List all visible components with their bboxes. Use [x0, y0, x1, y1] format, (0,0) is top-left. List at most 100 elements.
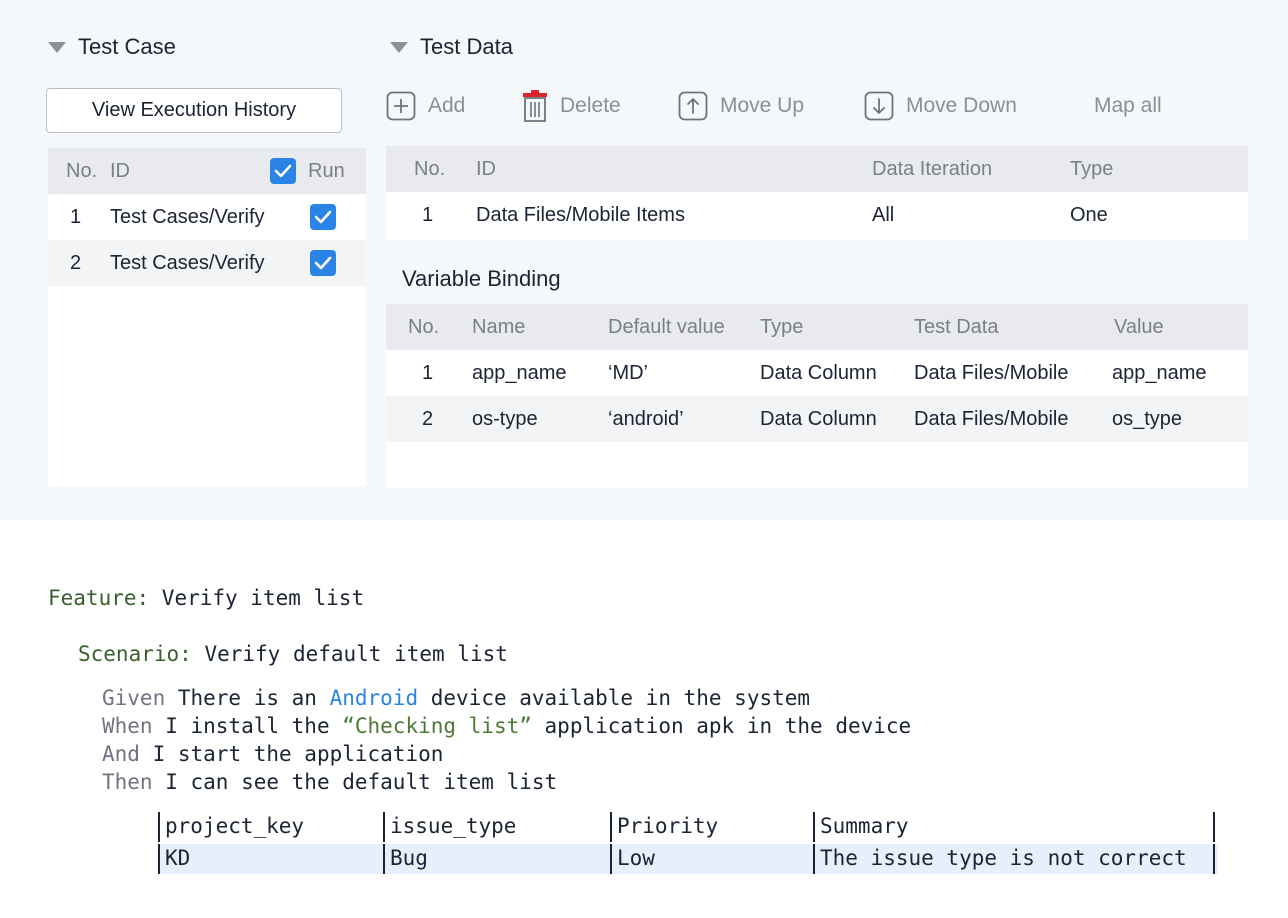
collapse-triangle-icon [48, 41, 66, 53]
delete-label: Delete [560, 94, 621, 117]
feature-line: Feature: Verify item list [48, 586, 364, 610]
column-header-type: Type [760, 316, 804, 338]
table-row[interactable]: 2 Test Cases/Verify [48, 240, 366, 286]
test-case-table-header: No. ID Run [48, 148, 366, 194]
row-default-value: ‘android’ [608, 408, 684, 430]
row-test-data: Data Files/Mobile [914, 408, 1069, 430]
column-header-id: ID [110, 160, 130, 182]
variable-binding-title: Variable Binding [402, 266, 561, 291]
column-header-no: No. [66, 160, 98, 182]
column-header-test-data: Test Data [914, 316, 999, 338]
run-checkbox[interactable] [310, 250, 336, 276]
move-down-button[interactable]: Move Down [864, 90, 1017, 122]
column-header-name: Name [472, 316, 526, 338]
table-row[interactable]: 1 app_name ‘MD’ Data Column Data Files/M… [386, 350, 1248, 396]
checkmark-icon [314, 210, 332, 224]
test-case-section-toggle[interactable]: Test Case [48, 34, 176, 60]
scenario-keyword: Scenario: [78, 642, 192, 666]
row-no: 1 [422, 204, 434, 226]
row-id: Test Cases/Verify [110, 252, 265, 274]
scenario-text: Verify default item list [191, 642, 508, 666]
row-id: Data Files/Mobile Items [476, 204, 685, 226]
row-type: One [1070, 204, 1108, 226]
android-parameter: Android [329, 686, 419, 710]
view-execution-history-button[interactable]: View Execution History [46, 88, 342, 133]
arrow-up-icon [678, 91, 708, 121]
test-case-table: No. ID Run 1 Test Cases/Verify 2 Test Ca… [48, 148, 366, 486]
and-text: I start the application [139, 742, 444, 766]
run-all-checkbox[interactable] [270, 158, 296, 184]
gherkin-table-header-row: project_key issue_type Priority Summary [158, 812, 1218, 842]
then-text: I can see the default item list [152, 770, 558, 794]
test-data-title: Test Data [420, 34, 513, 59]
move-down-label: Move Down [906, 94, 1017, 117]
table-border [1213, 812, 1215, 842]
collapse-triangle-icon [390, 41, 408, 53]
row-type: Data Column [760, 408, 877, 430]
gherkin-cell-project-key: KD [158, 844, 190, 874]
row-value: app_name [1112, 362, 1207, 384]
and-keyword: And [102, 742, 140, 766]
when-step: When I install the “Checking list” appli… [102, 714, 911, 738]
gherkin-header-summary: Summary [813, 812, 909, 842]
row-no: 2 [422, 408, 434, 430]
map-all-button[interactable]: Map all [1094, 90, 1162, 122]
table-row[interactable]: 1 Data Files/Mobile Items All One [386, 192, 1248, 240]
then-keyword: Then [102, 770, 153, 794]
gherkin-header-priority: Priority [610, 812, 718, 842]
when-text: I install the [152, 714, 343, 738]
delete-button[interactable]: Delete [522, 90, 621, 122]
feature-keyword: Feature: [48, 586, 150, 610]
gherkin-cell-summary: The issue type is not correct [813, 844, 1187, 874]
map-all-label: Map all [1094, 94, 1162, 117]
row-no: 2 [70, 252, 82, 274]
row-no: 1 [422, 362, 434, 384]
test-data-section-toggle[interactable]: Test Data [390, 34, 513, 60]
run-checkbox[interactable] [310, 204, 336, 230]
checkmark-icon [314, 256, 332, 270]
column-header-run: Run [308, 160, 345, 182]
table-row[interactable]: 2 os-type ‘android’ Data Column Data Fil… [386, 396, 1248, 442]
row-value: os_type [1112, 408, 1183, 430]
gherkin-header-issue-type: issue_type [383, 812, 516, 842]
given-text-end: device available in the system [418, 686, 811, 710]
column-header-id: ID [476, 158, 496, 180]
column-header-data-iteration: Data Iteration [872, 158, 993, 180]
when-text-end: application apk in the device [531, 714, 912, 738]
column-header-type: Type [1070, 158, 1114, 180]
when-keyword: When [102, 714, 153, 738]
then-step: Then I can see the default item list [102, 770, 557, 794]
move-up-label: Move Up [720, 94, 805, 117]
column-header-no: No. [408, 316, 440, 338]
test-data-table: No. ID Data Iteration Type 1 Data Files/… [386, 146, 1248, 240]
gherkin-header-project-key: project_key [158, 812, 304, 842]
checking-list-string: “Checking list” [342, 714, 532, 738]
gherkin-cell-issue-type: Bug [383, 844, 428, 874]
gherkin-table-data-row: KD Bug Low The issue type is not correct [158, 844, 1218, 874]
plus-icon [386, 91, 416, 121]
move-up-button[interactable]: Move Up [678, 90, 804, 122]
row-default-value: ‘MD’ [608, 362, 648, 384]
scenario-line: Scenario: Verify default item list [78, 642, 508, 666]
column-header-no: No. [414, 158, 446, 180]
checkmark-icon [274, 164, 292, 178]
row-data-iteration: All [872, 204, 895, 226]
given-step: Given There is an Android device availab… [102, 686, 810, 710]
feature-text: Verify item list [149, 586, 365, 610]
add-label: Add [428, 94, 466, 117]
table-row[interactable]: 1 Test Cases/Verify [48, 194, 366, 240]
row-name: os-type [472, 408, 538, 430]
row-type: Data Column [760, 362, 877, 384]
variable-binding-table: No. Name Default value Type Test Data Va… [386, 304, 1248, 488]
test-data-table-header: No. ID Data Iteration Type [386, 146, 1248, 192]
arrow-down-icon [864, 91, 894, 121]
and-step: And I start the application [102, 742, 443, 766]
given-keyword: Given [102, 686, 166, 710]
add-button[interactable]: Add [386, 90, 465, 122]
gherkin-cell-priority: Low [610, 844, 655, 874]
trash-icon [522, 90, 548, 122]
column-header-default-value: Default value [608, 316, 725, 338]
given-text: There is an [165, 686, 330, 710]
row-name: app_name [472, 362, 567, 384]
test-case-title: Test Case [78, 34, 176, 59]
